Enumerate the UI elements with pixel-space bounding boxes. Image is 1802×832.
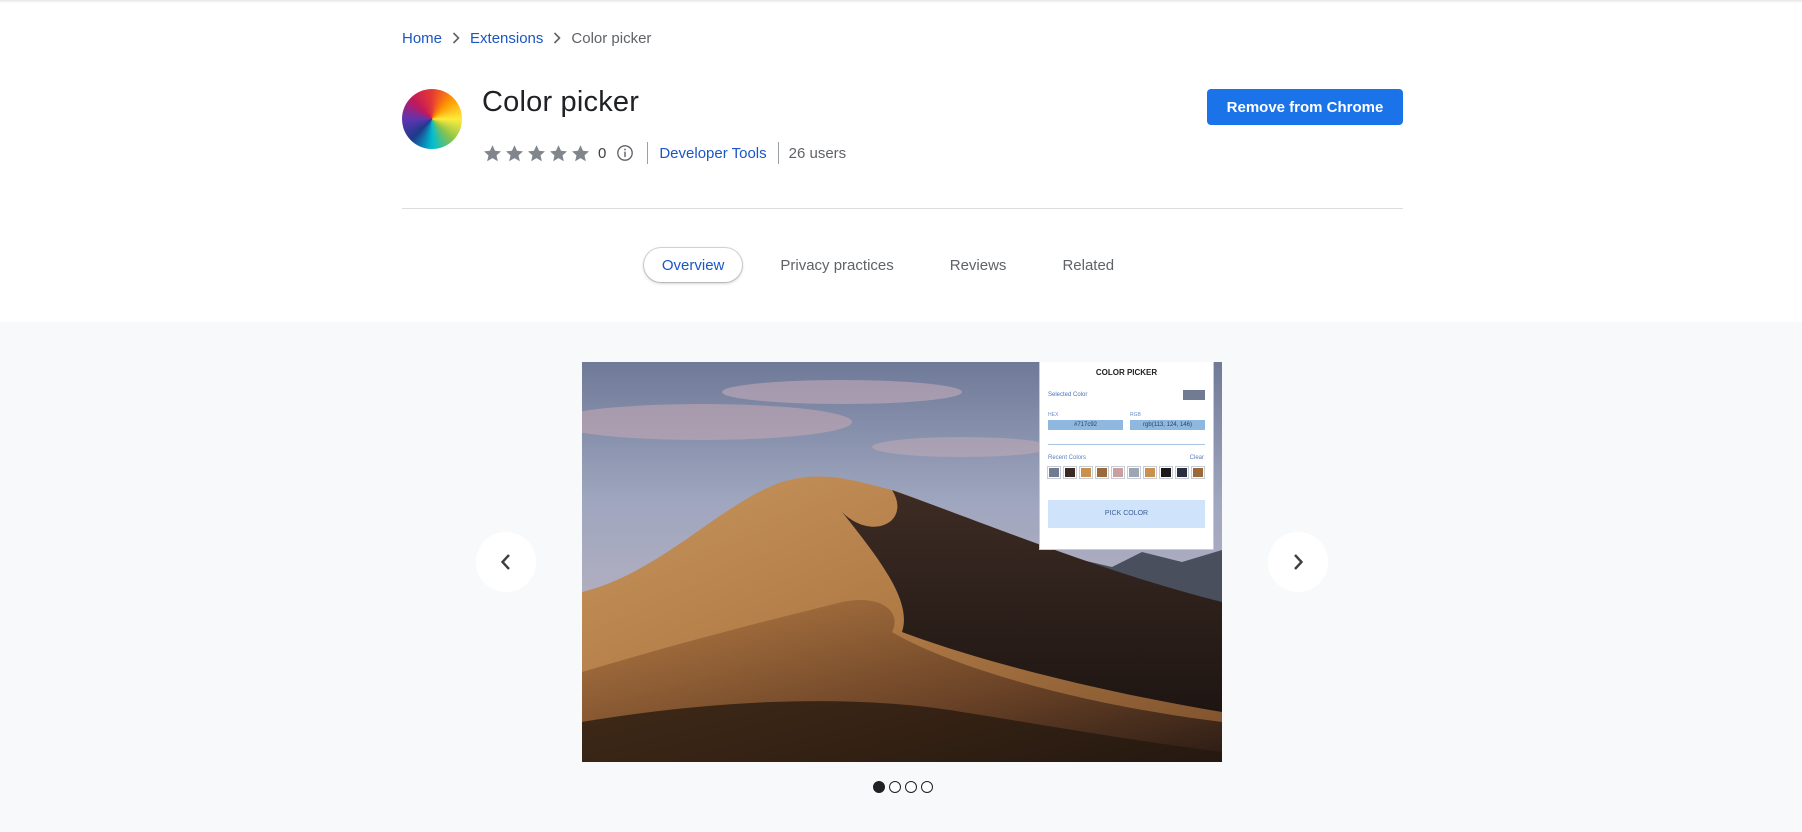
rgb-label: RGB	[1130, 412, 1141, 418]
chevron-left-icon	[500, 554, 510, 570]
carousel-dot[interactable]	[873, 781, 885, 793]
color-swatch	[1159, 466, 1173, 479]
carousel-dot[interactable]	[921, 781, 933, 793]
previous-screenshot-button[interactable]	[476, 532, 536, 592]
carousel-dot[interactable]	[905, 781, 917, 793]
tab-bar: Overview Privacy practices Reviews Relat…	[0, 248, 1802, 282]
recent-colors-label: Recent Colors	[1048, 455, 1087, 461]
divider	[402, 208, 1403, 209]
panel-title: COLOR PICKER	[1095, 368, 1158, 377]
rating-count: 0	[598, 144, 607, 162]
selected-color-label: Selected Color	[1048, 392, 1088, 398]
breadcrumb-home[interactable]: Home	[402, 30, 442, 47]
chevron-right-icon	[543, 28, 571, 48]
color-swatch	[1063, 466, 1077, 479]
star-icon	[484, 144, 501, 161]
tab-overview[interactable]: Overview	[643, 248, 743, 282]
top-shadow	[0, 0, 1802, 3]
color-swatch	[1079, 466, 1093, 479]
extension-meta: 0 Developer Tools 26 users	[482, 141, 846, 165]
chevron-right-icon	[442, 28, 470, 48]
color-swatch	[1095, 466, 1109, 479]
color-swatch	[1047, 466, 1061, 479]
chevron-right-icon	[1294, 554, 1304, 570]
star-icon	[572, 144, 589, 161]
hex-value: #717c92	[1048, 420, 1123, 430]
divider	[777, 142, 779, 164]
star-icon	[550, 144, 567, 161]
breadcrumb-extensions[interactable]: Extensions	[470, 30, 543, 47]
next-screenshot-button[interactable]	[1268, 532, 1328, 592]
color-swatch	[1127, 466, 1141, 479]
hex-label: HEX	[1048, 412, 1059, 418]
user-count: 26 users	[788, 144, 847, 162]
info-icon[interactable]	[616, 144, 634, 162]
breadcrumb: Home Extensions Color picker	[402, 28, 651, 48]
clear-label: Clear	[1189, 455, 1204, 461]
color-swatch	[1191, 466, 1205, 479]
recent-colors-swatches	[1047, 466, 1205, 479]
carousel-dot[interactable]	[889, 781, 901, 793]
color-swatch	[1111, 466, 1125, 479]
screenshot-image: COLOR PICKER Selected Color HEX RGB #717…	[582, 362, 1222, 762]
divider	[1048, 444, 1205, 445]
tab-privacy-practices[interactable]: Privacy practices	[762, 248, 911, 282]
selected-color-swatch	[1183, 390, 1205, 400]
tab-related[interactable]: Related	[1044, 248, 1132, 282]
color-swatch	[1175, 466, 1189, 479]
category-link[interactable]: Developer Tools	[659, 145, 766, 162]
carousel-indicators	[873, 781, 933, 793]
rgb-value: rgb(113, 124, 146)	[1130, 420, 1205, 430]
remove-from-chrome-button[interactable]: Remove from Chrome	[1207, 89, 1403, 125]
extension-logo-icon	[402, 89, 462, 149]
pick-color-label: PICK COLOR	[1048, 500, 1205, 528]
color-picker-panel: COLOR PICKER Selected Color HEX RGB #717…	[1039, 362, 1214, 550]
star-icon	[528, 144, 545, 161]
divider	[647, 142, 649, 164]
tab-reviews[interactable]: Reviews	[932, 248, 1025, 282]
star-icon	[506, 144, 523, 161]
breadcrumb-current: Color picker	[571, 29, 652, 47]
color-swatch	[1143, 466, 1157, 479]
rating-stars[interactable]	[482, 143, 591, 164]
page-title: Color picker	[482, 86, 640, 118]
